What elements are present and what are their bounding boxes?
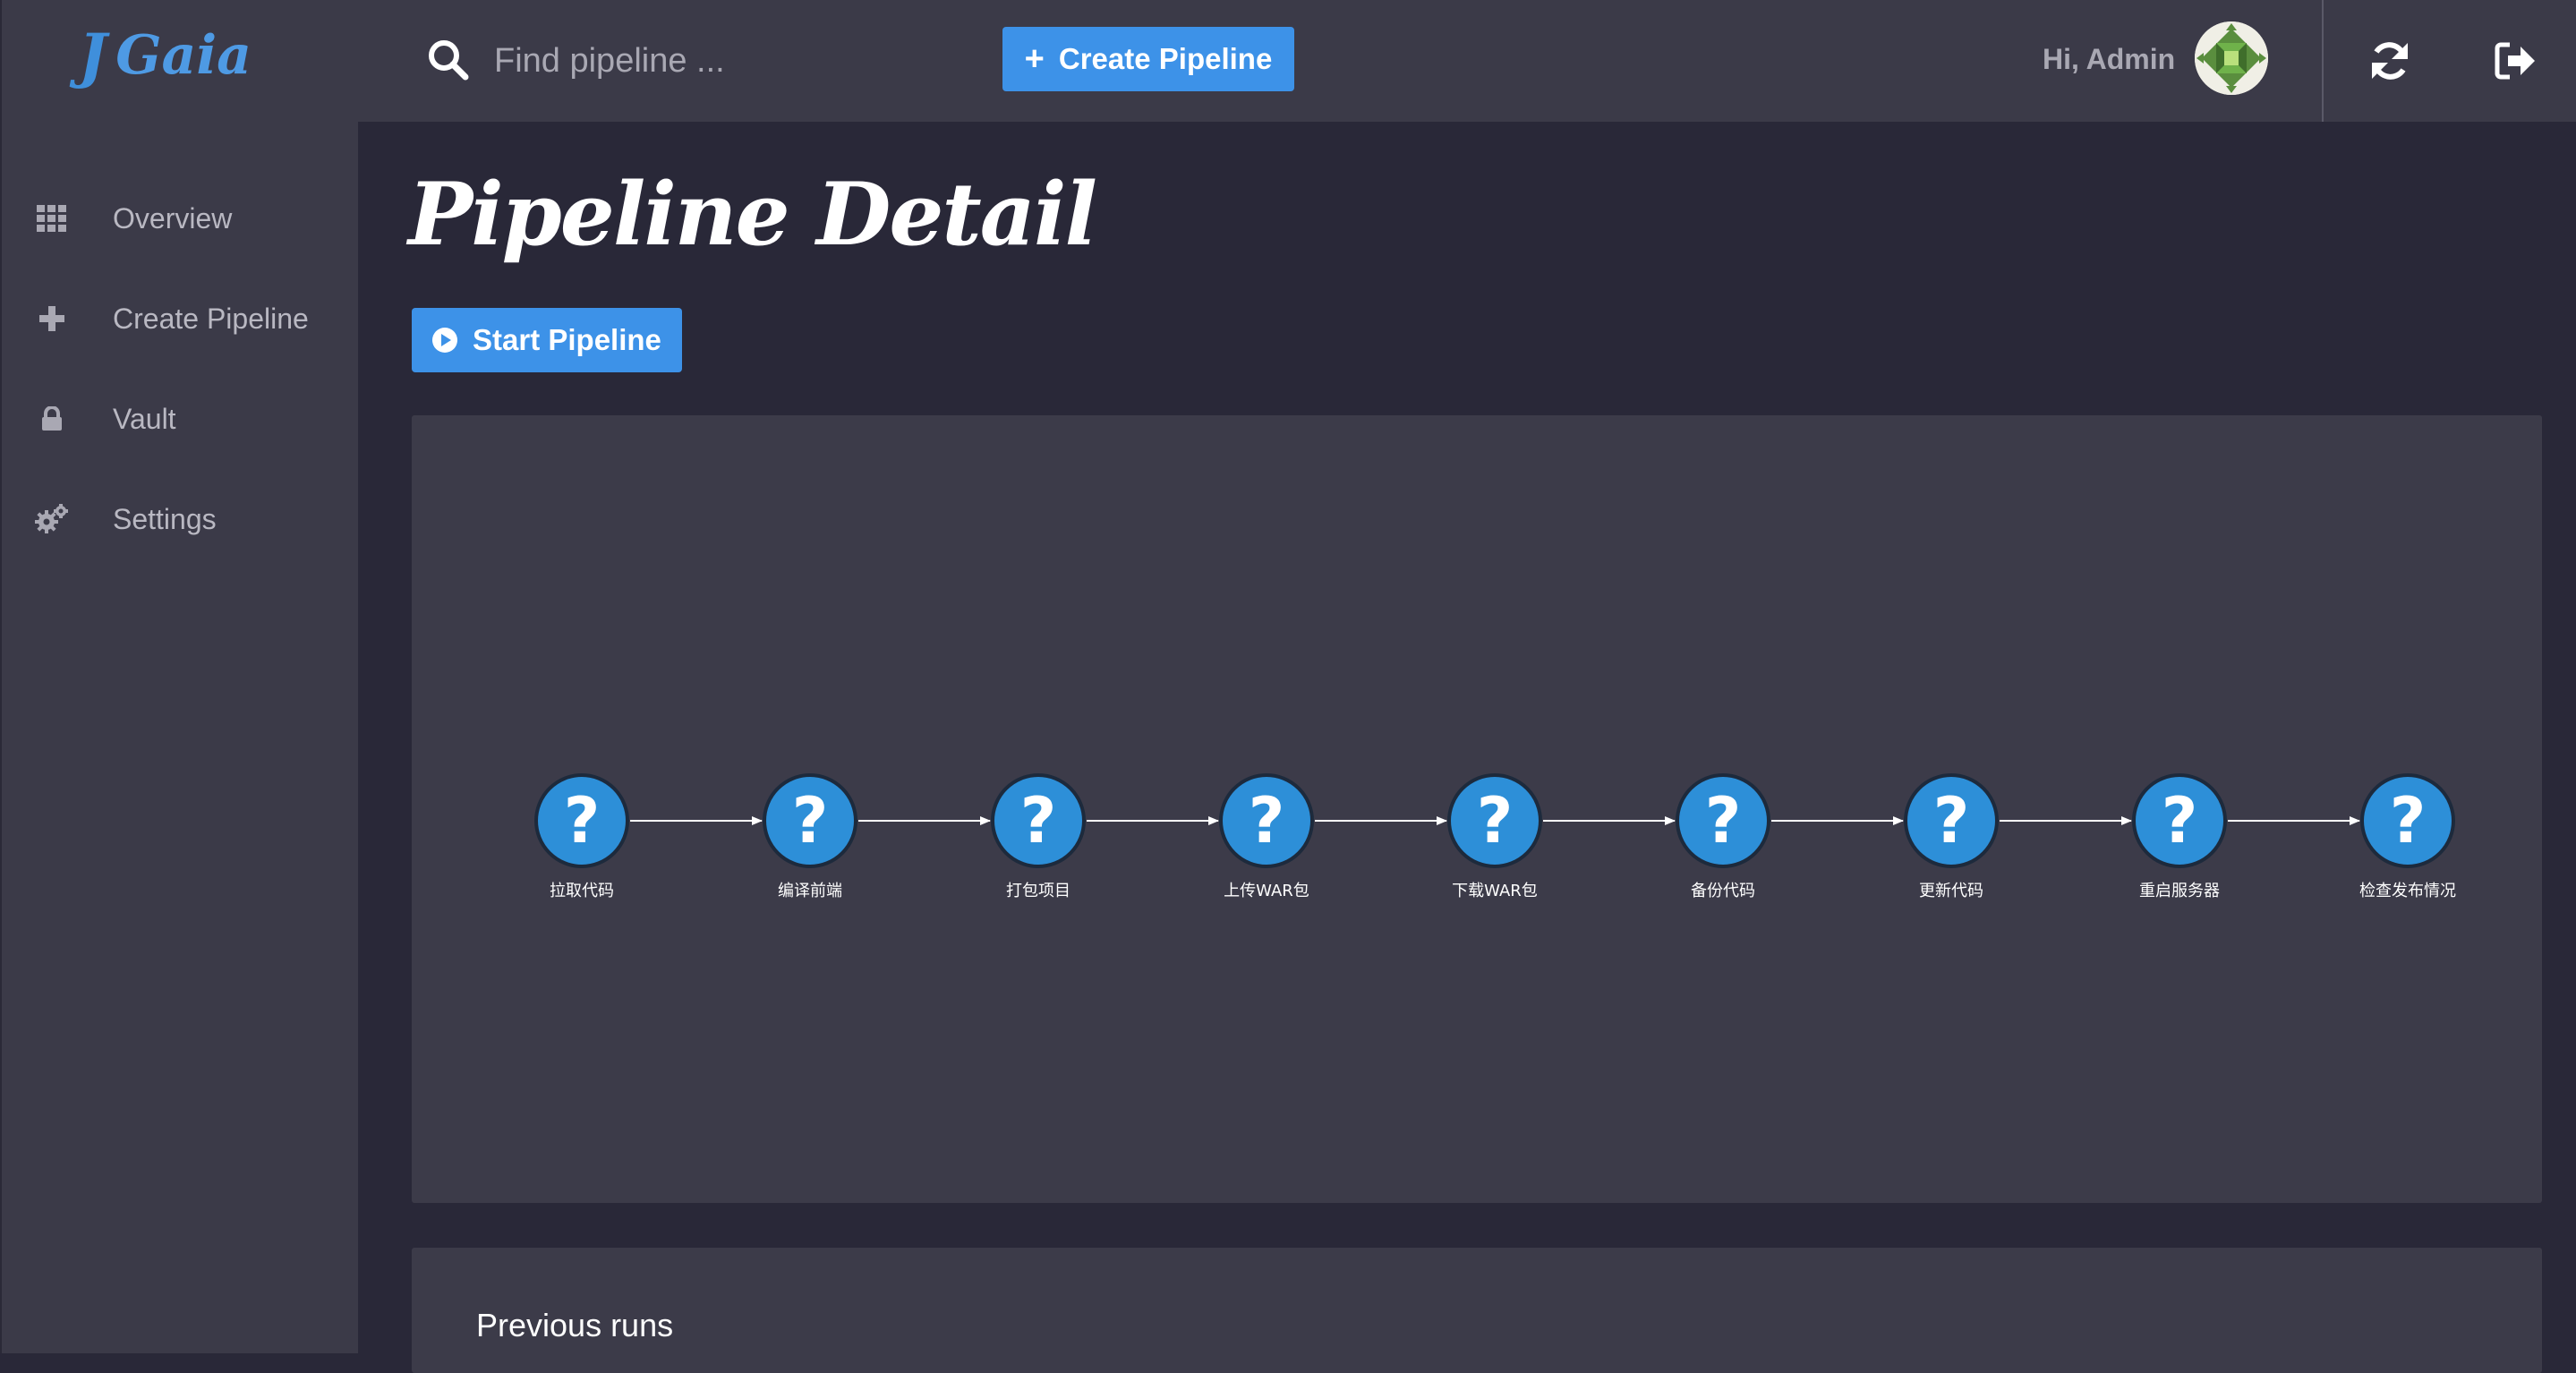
pipeline-node-label: 备份代码 [1691, 882, 1755, 900]
previous-runs-panel: Previous runs [412, 1248, 2542, 1373]
pipeline-node[interactable]: ? 编译前端 [763, 773, 857, 900]
page-title: Pipeline Detail [408, 164, 1097, 265]
start-pipeline-button[interactable]: Start Pipeline [412, 308, 682, 372]
user-greeting: Hi, Admin [2043, 43, 2176, 75]
search-icon [426, 38, 469, 81]
sidebar-item-settings[interactable]: Settings [2, 483, 360, 555]
pipeline-node-label: 上传WAR包 [1224, 882, 1309, 900]
brand-name: Gaia [115, 24, 252, 87]
pipeline-node-label: 打包项目 [1006, 882, 1070, 900]
sidebar-item-create-pipeline[interactable]: Create Pipeline [2, 283, 360, 354]
pipeline-node[interactable]: ? 更新代码 [1904, 773, 1999, 900]
lock-icon [34, 401, 70, 437]
avatar[interactable] [2195, 21, 2268, 95]
logout-icon[interactable] [2492, 38, 2538, 84]
brand-logo[interactable]: J Gaia [79, 20, 252, 91]
previous-runs-title: Previous runs [476, 1307, 674, 1343]
question-mark-icon: ? [1477, 784, 1514, 857]
pipeline-node-label: 下载WAR包 [1452, 882, 1538, 900]
top-bar-divider [2322, 0, 2324, 122]
gaia-logo-icon: J [79, 21, 107, 90]
question-mark-icon: ? [2390, 784, 2427, 857]
pipeline-node-label: 更新代码 [1919, 882, 1983, 900]
refresh-icon[interactable] [2367, 38, 2413, 84]
pipeline-graph: ? 拉取代码? 编译前端? 打包项目? 上传WAR包? 下载WAR包? 备份代码? 更新代码?… [534, 773, 2456, 900]
pipeline-node[interactable]: ? 备份代码 [1676, 773, 1770, 900]
pipeline-node-label: 重启服务器 [2139, 882, 2220, 900]
sidebar-item-label: Create Pipeline [113, 302, 309, 335]
search-input[interactable] [492, 32, 958, 90]
question-mark-icon: ? [1705, 784, 1742, 857]
sidebar-item-label: Settings [113, 502, 217, 535]
question-mark-icon: ? [1249, 784, 1285, 857]
sidebar-item-vault[interactable]: Vault [2, 383, 360, 455]
plus-icon [34, 301, 70, 337]
question-mark-icon: ? [1933, 784, 1970, 857]
top-bar: + Create Pipeline Hi, Admin [358, 0, 2576, 122]
question-mark-icon: ? [792, 784, 829, 857]
plus-icon: + [1024, 40, 1045, 78]
create-pipeline-button[interactable]: + Create Pipeline [1002, 27, 1294, 91]
pipeline-node[interactable]: ? 打包项目 [991, 773, 1086, 900]
pipeline-node-label: 拉取代码 [550, 882, 614, 900]
sidebar-item-label: Overview [113, 201, 233, 235]
gears-icon [34, 501, 70, 537]
pipeline-node[interactable]: ? 检查发布情况 [2359, 773, 2456, 900]
start-pipeline-button-label: Start Pipeline [473, 323, 661, 356]
pipeline-node[interactable]: ? 重启服务器 [2132, 773, 2227, 900]
create-pipeline-button-label: Create Pipeline [1058, 42, 1273, 75]
pipeline-node[interactable]: ? 下载WAR包 [1447, 773, 1542, 900]
grid-icon [34, 200, 70, 236]
sidebar-item-label: Vault [113, 402, 176, 435]
question-mark-icon: ? [1020, 784, 1057, 857]
play-circle-icon [432, 328, 457, 353]
pipeline-node-label: 编译前端 [778, 882, 842, 900]
pipeline-node[interactable]: ? 拉取代码 [534, 773, 629, 900]
question-mark-icon: ? [564, 784, 601, 857]
pipeline-node[interactable]: ? 上传WAR包 [1219, 773, 1314, 900]
question-mark-icon: ? [2162, 784, 2198, 857]
pipeline-node-label: 检查发布情况 [2359, 882, 2456, 900]
sidebar: J Gaia Overview Create Pipeline Vault Se… [0, 0, 358, 1353]
sidebar-item-overview[interactable]: Overview [2, 183, 360, 254]
pipeline-graph-panel: ? 拉取代码? 编译前端? 打包项目? 上传WAR包? 下载WAR包? 备份代码? 更新代码?… [412, 415, 2542, 1203]
